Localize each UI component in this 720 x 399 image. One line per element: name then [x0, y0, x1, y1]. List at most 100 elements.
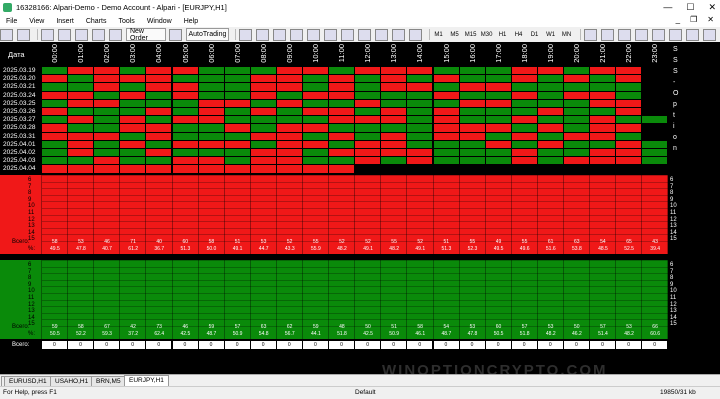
green-stats-grid-hline	[42, 299, 669, 301]
channel-icon[interactable]	[669, 28, 682, 41]
periods-icon[interactable]	[392, 28, 406, 41]
maximize-button[interactable]: ☐	[686, 2, 694, 13]
timeframe-h1[interactable]: H1	[497, 29, 508, 40]
green-stats-row-label-right: 15	[670, 321, 677, 328]
matrix-cell	[511, 165, 537, 173]
fibonacci-icon[interactable]	[686, 28, 699, 41]
matrix-cell	[303, 132, 329, 140]
autoscroll-icon[interactable]	[341, 28, 355, 41]
matrix-cell	[250, 116, 276, 124]
menu-charts[interactable]: Charts	[86, 18, 107, 25]
timeframe-h4[interactable]: H4	[513, 29, 524, 40]
red-stats-pct-value: 48.2	[337, 246, 347, 252]
red-stats-pct-value: 48.5	[598, 246, 608, 252]
red-stats-grid-hline	[42, 227, 669, 229]
matrix-cell	[564, 149, 590, 157]
close-button[interactable]: ✕	[708, 2, 716, 13]
matrix-cell	[511, 149, 537, 157]
candlestick-icon[interactable]	[256, 28, 270, 41]
menu-window[interactable]: Window	[147, 18, 172, 25]
indicators-icon[interactable]	[375, 28, 389, 41]
zoom-in-icon[interactable]	[290, 28, 304, 41]
red-stats-total-value: 52	[339, 239, 345, 245]
matrix-cell	[198, 116, 224, 124]
toolbar: New Order AutoTrading M1 M5 M15 M30 H1 H…	[0, 27, 720, 43]
mdi-close-button[interactable]: ✕	[707, 15, 714, 24]
hour-header: 12:00	[363, 44, 373, 63]
line-chart-icon[interactable]	[273, 28, 287, 41]
new-order-button[interactable]: New Order	[125, 28, 166, 42]
timeframe-m30[interactable]: M30	[481, 29, 493, 40]
matrix-cell	[94, 108, 120, 116]
green-stats-row-label: 13	[28, 308, 35, 315]
timeframe-m15[interactable]: M15	[465, 29, 477, 40]
red-stats-pct-value: 36.7	[154, 246, 165, 252]
profiles-icon[interactable]	[17, 28, 30, 41]
timeframe-w1[interactable]: W1	[545, 29, 556, 40]
terminal-icon[interactable]	[91, 28, 105, 41]
date-label: 2025.04.03	[3, 157, 36, 165]
horizontal-line-icon[interactable]	[635, 28, 648, 41]
matrix-cell	[42, 67, 68, 75]
data-window-icon[interactable]	[57, 28, 71, 41]
crosshair-icon[interactable]	[601, 28, 614, 41]
menu-view[interactable]: View	[29, 18, 44, 25]
green-stats-grid-hline	[42, 319, 669, 321]
trendline-icon[interactable]	[652, 28, 665, 41]
navigator-icon[interactable]	[74, 28, 88, 41]
autotrading-button[interactable]: AutoTrading	[185, 28, 230, 41]
green-stats-pct-value: 46.1	[415, 331, 426, 337]
side-text-char: O	[673, 90, 679, 97]
matrix-cell	[42, 157, 68, 165]
menu-help[interactable]: Help	[184, 18, 198, 25]
zoom-out-icon[interactable]	[307, 28, 321, 41]
mdi-restore-button[interactable]: ❐	[690, 15, 697, 24]
bar-chart-icon[interactable]	[239, 28, 253, 41]
matrix-cell	[94, 83, 120, 91]
red-stats-pct-value: 51.6	[545, 246, 556, 252]
minimize-button[interactable]: —	[663, 2, 672, 13]
templates-icon[interactable]	[409, 28, 423, 41]
mdi-minimize-button[interactable]: _	[676, 15, 680, 24]
matrix-cell	[250, 132, 276, 140]
metaeditor-icon[interactable]	[168, 28, 182, 41]
vertical-line-icon[interactable]	[618, 28, 631, 41]
matrix-cell	[485, 132, 511, 140]
date-label: 2025.03.24	[3, 91, 36, 99]
matrix-cell	[616, 140, 642, 148]
menu-insert[interactable]: Insert	[56, 18, 74, 25]
matrix-cell	[68, 149, 94, 157]
matrix-cell	[42, 91, 68, 99]
menu-file[interactable]: File	[6, 18, 17, 25]
matrix-cell	[303, 67, 329, 75]
cursor-icon[interactable]	[584, 28, 597, 41]
matrix-cell	[407, 157, 433, 165]
chart-area[interactable]: Дата 00:00 01:00 02:00 03:00 04:00 05:00 06:00 0…	[0, 42, 720, 374]
red-stats-row-label-right: 12	[670, 216, 677, 223]
matrix-cell	[433, 132, 459, 140]
matrix-cell	[250, 75, 276, 83]
text-tool-icon[interactable]	[703, 28, 716, 41]
chart-shift-icon[interactable]	[358, 28, 372, 41]
matrix-cell	[355, 140, 381, 148]
tile-windows-icon[interactable]	[324, 28, 338, 41]
new-chart-icon[interactable]	[0, 28, 13, 41]
green-stats-pct-value: 59.3	[102, 331, 112, 337]
timeframe-d1[interactable]: D1	[529, 29, 540, 40]
timeframe-m5[interactable]: M5	[449, 29, 460, 40]
matrix-cell	[250, 149, 276, 157]
matrix-cell	[407, 132, 433, 140]
green-stats-total-value: 42	[130, 324, 136, 330]
market-watch-icon[interactable]	[40, 28, 54, 41]
matrix-cell	[642, 91, 668, 99]
hour-header: 05:00	[180, 44, 190, 63]
matrix-cell	[68, 99, 94, 107]
red-stats-pct-value: 53.8	[572, 246, 582, 252]
matrix-cell	[146, 132, 172, 140]
hour-header: 20:00	[572, 44, 581, 63]
timeframe-m1[interactable]: M1	[433, 29, 444, 40]
tester-icon[interactable]	[108, 28, 122, 41]
menu-tools[interactable]: Tools	[118, 18, 134, 25]
red-stats-total-value: 55	[469, 239, 476, 245]
timeframe-mn[interactable]: MN	[561, 29, 572, 40]
